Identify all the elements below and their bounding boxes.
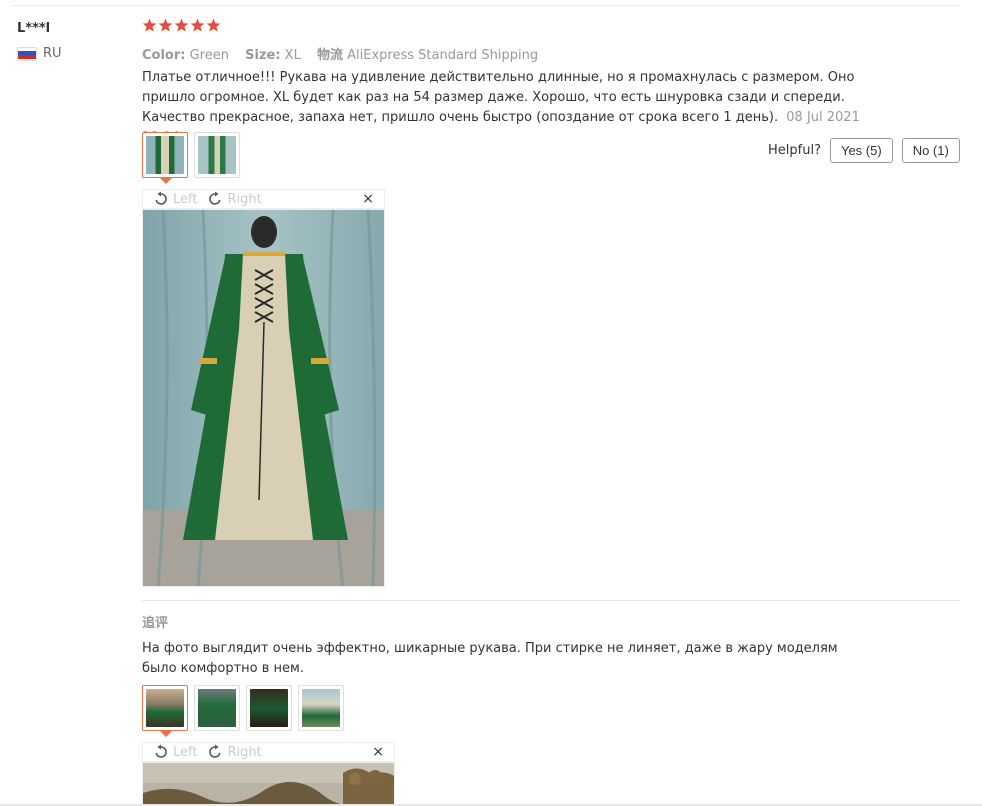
photo-thumbnail[interactable] — [194, 132, 240, 178]
review-thumbnails — [142, 132, 240, 184]
rotate-left-button[interactable]: Left — [153, 744, 197, 760]
rotate-right-icon — [209, 744, 222, 758]
photo-thumbnail[interactable] — [298, 685, 344, 731]
photo-thumbnail[interactable] — [194, 685, 240, 731]
rotate-right-icon — [209, 191, 222, 205]
star-icon — [158, 18, 173, 32]
rotate-right-label: Right — [227, 191, 262, 207]
rotate-right-label: Right — [227, 744, 262, 760]
rotate-right-button[interactable]: Right — [207, 191, 262, 207]
review-photo-large[interactable] — [142, 209, 385, 587]
rotate-left-button[interactable]: Left — [153, 191, 197, 207]
followup-title: 追评 — [142, 616, 169, 631]
photo-thumbnail[interactable] — [246, 685, 292, 731]
review-content: Платье отличное!!! Рукава на удивление д… — [142, 68, 862, 148]
followup-photo-large[interactable] — [142, 762, 395, 806]
reviewer-country: RU — [17, 46, 62, 61]
shipping-label: 物流 — [316, 48, 343, 63]
followup-body: На фото выглядит очень эффектно, шикарны… — [142, 641, 838, 676]
top-divider — [12, 5, 960, 6]
star-icon — [142, 18, 157, 32]
color-value: Green — [189, 48, 229, 63]
size-value: XL — [284, 48, 301, 63]
followup-divider — [142, 600, 960, 601]
star-rating — [142, 18, 221, 33]
russia-flag-icon — [17, 46, 37, 61]
shipping-value: AliExpress Standard Shipping — [347, 48, 539, 63]
rotate-right-button[interactable]: Right — [207, 744, 262, 760]
rotate-left-label: Left — [173, 744, 198, 760]
followup-viewer-toolbar: Left Right × — [142, 742, 395, 762]
rotate-left-icon — [155, 191, 167, 205]
review-body: Платье отличное!!! Рукава на удивление д… — [142, 70, 855, 125]
rotate-left-icon — [155, 744, 167, 758]
rotate-left-label: Left — [173, 191, 198, 207]
helpful-yes-button[interactable]: Yes (5) — [829, 138, 893, 163]
close-viewer-button[interactable]: × — [372, 744, 384, 760]
helpful-label: Helpful? — [768, 143, 821, 158]
helpful-no-button[interactable]: No (1) — [901, 138, 960, 163]
size-label: Size: — [245, 48, 281, 63]
order-info: Color: Green Size: XL 物流 AliExpress Stan… — [142, 44, 538, 63]
dress-photo — [143, 210, 384, 586]
followup-thumbnails — [142, 685, 344, 737]
helpful-votes: Helpful? Yes (5) No (1) — [768, 138, 960, 163]
close-viewer-button[interactable]: × — [362, 191, 374, 207]
star-icon — [206, 18, 221, 32]
reviewer-name: L***l — [17, 21, 51, 36]
photo-thumbnail[interactable] — [142, 685, 188, 737]
photo-thumbnail[interactable] — [142, 132, 188, 184]
star-icon — [174, 18, 189, 32]
color-label: Color: — [142, 48, 186, 63]
photo-viewer-toolbar: Left Right × — [142, 189, 385, 209]
star-icon — [190, 18, 205, 32]
followup-photo — [143, 763, 394, 806]
country-code: RU — [43, 46, 62, 61]
